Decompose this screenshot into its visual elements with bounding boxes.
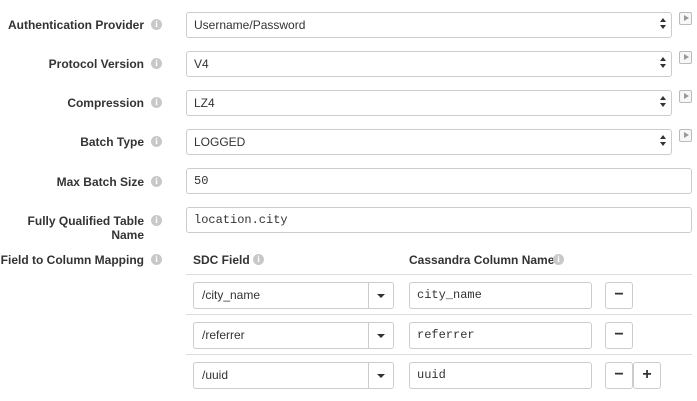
play-icon[interactable] [679, 51, 692, 64]
max-batch-size-input[interactable]: 50 [186, 168, 692, 194]
chevron-down-icon[interactable] [368, 363, 393, 388]
info-icon[interactable]: i [253, 254, 264, 265]
sdc-field-combo[interactable]: /uuid [193, 362, 394, 389]
info-icon[interactable]: i [151, 215, 162, 226]
remove-row-button[interactable]: − [605, 322, 633, 349]
sdc-field-combo[interactable]: /referrer [193, 322, 394, 349]
play-icon[interactable] [679, 129, 692, 142]
table-name-input[interactable]: location.city [186, 207, 692, 233]
sdc-field-input[interactable]: /city_name [194, 283, 369, 308]
max-batch-size-label: Max Batch Size [56, 175, 144, 189]
batch-type-select[interactable]: LOGGED [186, 129, 672, 155]
mapping-row: /uuid uuid − + [186, 354, 692, 394]
select-arrows-icon [660, 135, 667, 149]
column-name-input[interactable]: uuid [409, 362, 592, 389]
select-arrows-icon [660, 96, 667, 110]
select-arrows-icon [660, 18, 667, 32]
compression-value: LZ4 [194, 96, 215, 110]
protocol-version-label: Protocol Version [48, 57, 144, 71]
auth-provider-value: Username/Password [194, 18, 306, 32]
sdc-field-combo[interactable]: /city_name [193, 282, 394, 309]
select-arrows-icon [660, 57, 667, 71]
play-icon[interactable] [679, 12, 692, 25]
add-row-button[interactable]: + [633, 362, 661, 389]
info-icon[interactable]: i [151, 136, 162, 147]
column-name-input[interactable]: city_name [409, 282, 592, 309]
remove-row-button[interactable]: − [605, 362, 633, 389]
batch-type-label: Batch Type [80, 135, 144, 149]
info-icon[interactable]: i [151, 176, 162, 187]
auth-provider-label: Authentication Provider [7, 18, 144, 32]
column-name-input[interactable]: referrer [409, 322, 592, 349]
auth-provider-select[interactable]: Username/Password [186, 12, 672, 38]
info-icon[interactable]: i [151, 19, 162, 30]
sdc-field-header: SDC Field [193, 253, 250, 267]
compression-label: Compression [67, 96, 144, 110]
remove-row-button[interactable]: − [605, 282, 633, 309]
sdc-field-input[interactable]: /uuid [194, 363, 369, 388]
mapping-row: /city_name city_name − [186, 274, 692, 314]
sdc-field-input[interactable]: /referrer [194, 323, 369, 348]
protocol-version-value: V4 [194, 57, 209, 71]
info-icon[interactable]: i [553, 254, 564, 265]
mapping-row: /referrer referrer − [186, 314, 692, 354]
play-icon[interactable] [679, 90, 692, 103]
batch-type-value: LOGGED [194, 135, 246, 149]
cassandra-column-header: Cassandra Column Name [409, 253, 555, 267]
info-icon[interactable]: i [151, 58, 162, 69]
protocol-version-select[interactable]: V4 [186, 51, 672, 77]
table-name-label: Fully Qualified Table Name [27, 214, 144, 242]
info-icon[interactable]: i [151, 254, 162, 265]
chevron-down-icon[interactable] [368, 323, 393, 348]
compression-select[interactable]: LZ4 [186, 90, 672, 116]
chevron-down-icon[interactable] [368, 283, 393, 308]
info-icon[interactable]: i [151, 97, 162, 108]
field-mapping-label: Field to Column Mapping [0, 253, 144, 267]
